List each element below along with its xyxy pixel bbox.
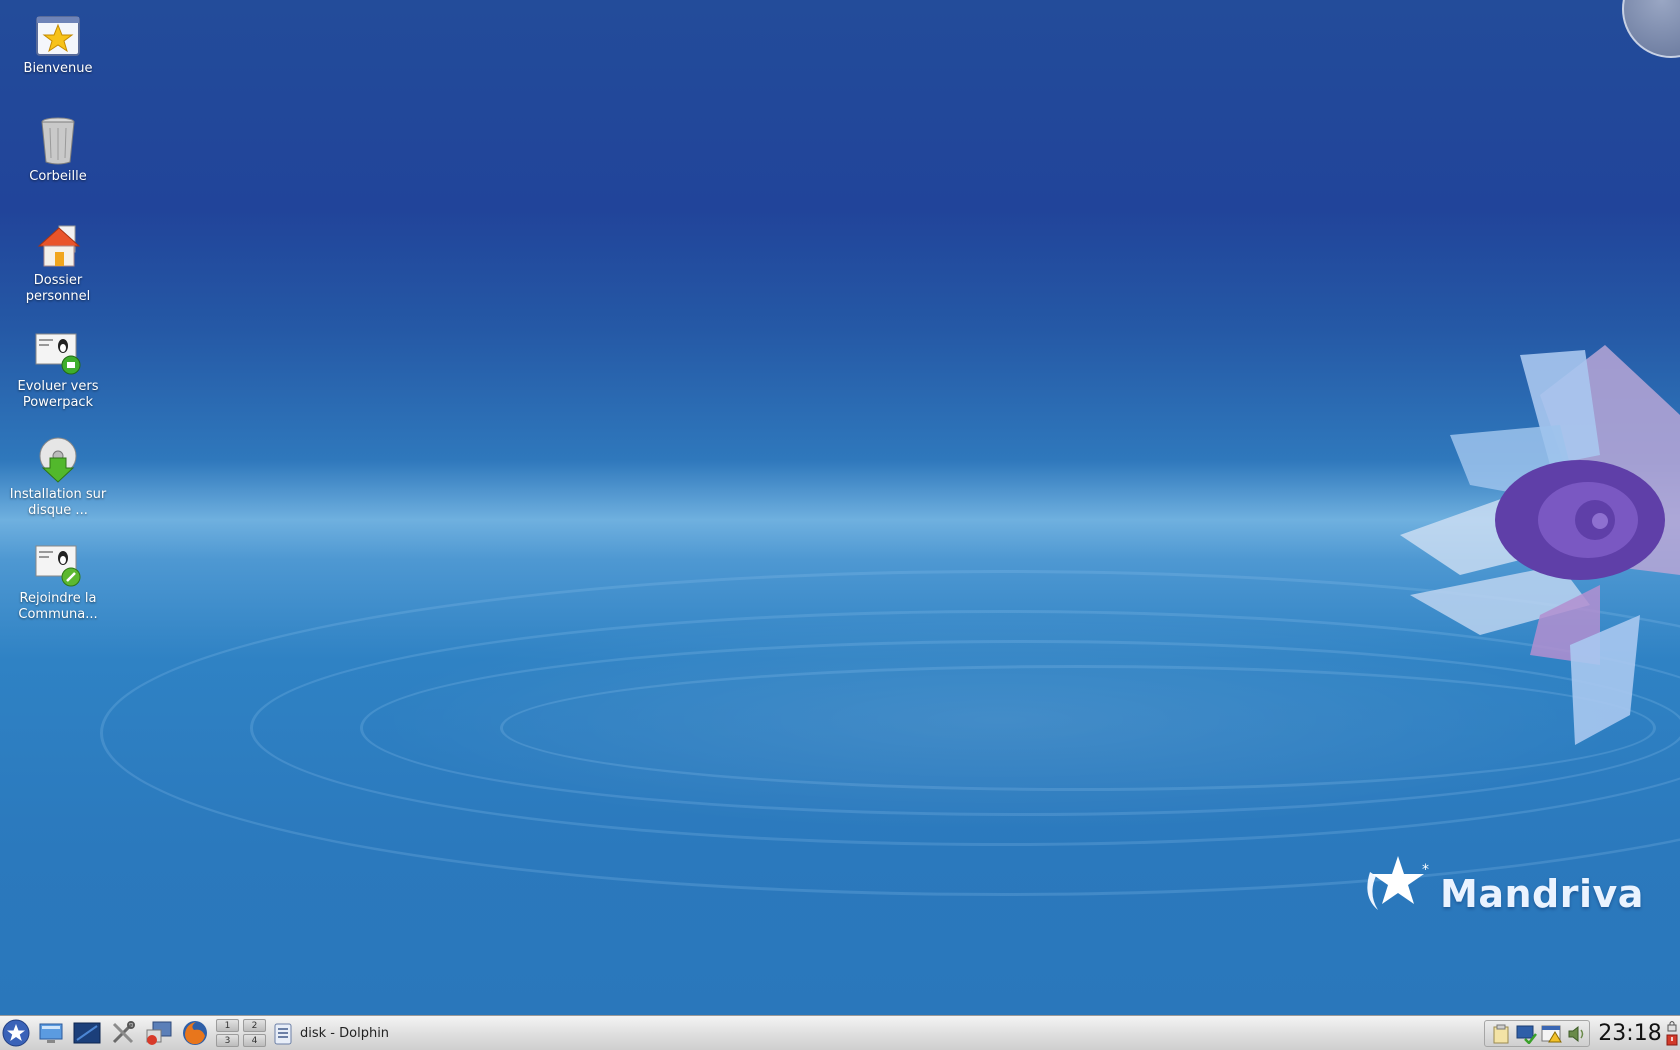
mandriva-logo: * Mandriva [1360,850,1643,930]
mandriva-brand-text: Mandriva [1440,872,1644,916]
mandriva-menu-button[interactable] [1,1019,31,1047]
desktop-icon-label: Installation sur disque ... [9,487,107,518]
desktop-icon-installation[interactable]: Installation sur disque ... [6,436,110,519]
upgrade-powerpack-icon [35,333,81,375]
desktop-icon-bienvenue[interactable]: Bienvenue [6,14,110,77]
system-tray [1484,1020,1590,1047]
desktop-icon-label: Corbeille [29,169,87,184]
task-label: disk - Dolphin [300,1026,390,1041]
desktop-icon-label: Evoluer vers Powerpack [17,379,99,410]
home-folder-icon [37,225,81,267]
desktop-icon-label: Dossier personnel [25,273,91,304]
install-disk-icon [39,437,77,483]
desktop-background[interactable]: Bienvenue Corbeille Dossier personnel Ev… [0,0,1680,1015]
pager-desktop-1[interactable]: 1 [216,1019,239,1032]
show-desktop-icon [39,1023,63,1043]
network-icon [146,1021,172,1045]
join-community-icon [35,545,81,587]
taskbar-task-dolphin[interactable]: disk - Dolphin [274,1020,514,1047]
clipboard-icon[interactable] [1491,1024,1511,1044]
network-status-icon[interactable] [1515,1024,1537,1044]
pager-desktop-3[interactable]: 3 [216,1034,239,1047]
desktop-icon-label: Rejoindre la Communa... [18,591,98,622]
control-center-icon [112,1021,135,1044]
svg-text:*: * [1422,862,1429,878]
control-center-button[interactable] [108,1019,138,1047]
desktop-icon-corbeille[interactable]: Corbeille [6,116,110,185]
kde-corner-moon-button[interactable] [1622,0,1680,58]
virtual-desktop-pager: 1 2 3 4 [216,1019,268,1048]
firefox-icon [183,1021,207,1045]
desktop-icon-communaute[interactable]: Rejoindre la Communa... [6,544,110,623]
lock-icon[interactable] [1666,1020,1678,1032]
pager-desktop-2[interactable]: 2 [243,1019,266,1032]
desktop-icon-powerpack[interactable]: Evoluer vers Powerpack [6,332,110,411]
terminal-button[interactable] [72,1019,102,1047]
clock[interactable]: 23:18 [1598,1020,1662,1047]
network-button[interactable] [144,1019,174,1047]
trash-icon [41,117,75,165]
dolphin-icon [274,1023,292,1044]
update-icon[interactable] [1541,1024,1563,1044]
welcome-star-icon [36,16,80,56]
wallpaper-flower-art [1400,345,1680,745]
volume-icon[interactable] [1567,1024,1587,1044]
show-desktop-button[interactable] [36,1019,66,1047]
logout-icon[interactable] [1666,1034,1678,1046]
desktop-icon-dossier-personnel[interactable]: Dossier personnel [6,224,110,305]
terminal-icon [73,1022,101,1044]
desktop-icon-label: Bienvenue [23,61,93,76]
mandriva-star-icon: * [1367,856,1429,910]
taskbar: 1 2 3 4 disk - Dolphin 23:18 [0,1015,1680,1050]
mandriva-menu-icon [2,1019,30,1047]
lock-logout-buttons [1666,1019,1678,1048]
firefox-button[interactable] [180,1019,210,1047]
pager-desktop-4[interactable]: 4 [243,1034,266,1047]
